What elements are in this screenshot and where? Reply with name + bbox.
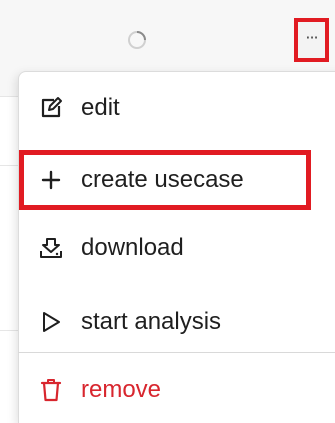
menu-item-edit[interactable]: edit: [18, 82, 335, 134]
loading-spinner-icon: [128, 31, 146, 49]
menu-divider: [18, 352, 335, 353]
trash-icon: [39, 378, 63, 402]
more-options-button[interactable]: ···: [294, 18, 329, 62]
menu-item-label: create usecase: [81, 166, 244, 193]
screen: ··· edit create usecase download start a…: [0, 0, 335, 423]
menu-item-remove[interactable]: remove: [18, 364, 335, 416]
menu-item-label: start analysis: [81, 308, 222, 335]
menu-item-create-usecase[interactable]: create usecase: [18, 154, 335, 206]
menu-item-label: download: [81, 234, 184, 261]
menu-item-label: edit: [81, 94, 120, 121]
download-icon: [39, 236, 63, 260]
plus-icon: [39, 168, 63, 192]
edit-icon: [39, 96, 63, 120]
play-icon: [39, 310, 63, 334]
menu-item-label: remove: [81, 376, 162, 403]
ellipsis-icon: ···: [305, 27, 318, 47]
menu-item-start-analysis[interactable]: start analysis: [18, 296, 335, 348]
menu-item-download[interactable]: download: [18, 222, 335, 274]
